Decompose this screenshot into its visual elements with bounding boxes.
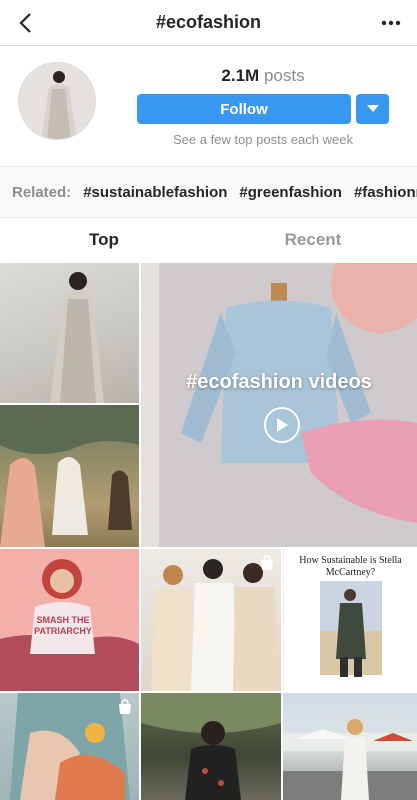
posts-label: posts <box>263 66 305 85</box>
follow-dropdown-button[interactable] <box>356 94 389 124</box>
hashtag-avatar <box>18 62 96 140</box>
follow-button[interactable]: Follow <box>137 94 351 124</box>
shopping-bag-icon <box>259 555 275 571</box>
follow-subtitle: See a few top posts each week <box>173 132 353 147</box>
post-thumbnail[interactable] <box>141 549 281 691</box>
page-title: #ecofashion <box>155 12 262 32</box>
poster-text: SMASH THE PATRIARCHY <box>34 615 92 636</box>
post-thumbnail[interactable]: How Sustainable is Stella McCartney? <box>283 549 417 691</box>
related-label: Related: <box>12 183 72 201</box>
post-thumbnail[interactable]: SMASH THE PATRIARCHY <box>0 549 139 691</box>
top-bar: #ecofashion <box>0 0 417 46</box>
related-tag[interactable]: #greenfashion <box>239 184 342 201</box>
posts-count: 2.1M posts <box>137 66 389 86</box>
more-options-icon <box>381 20 401 26</box>
video-overlay-label: #ecofashion videos <box>186 371 372 393</box>
post-thumbnail[interactable] <box>0 263 139 403</box>
chevron-down-icon <box>366 105 379 112</box>
shopping-bag-icon <box>117 699 133 715</box>
play-button[interactable] <box>264 407 300 443</box>
play-icon <box>277 418 288 432</box>
related-hashtags-bar: Related: #sustainablefashion #greenfashi… <box>0 166 417 218</box>
post-thumbnail[interactable] <box>283 693 417 800</box>
related-tag[interactable]: #sustainablefashion <box>83 184 227 201</box>
tab-top[interactable]: Top <box>0 218 208 262</box>
post-thumbnail[interactable] <box>0 405 139 547</box>
video-post-tile[interactable]: #ecofashion videos <box>141 263 417 547</box>
tab-recent[interactable]: Recent <box>209 218 417 262</box>
related-tag[interactable]: #fashionre <box>354 184 417 201</box>
posts-number: 2.1M <box>221 66 260 85</box>
post-thumbnail[interactable] <box>0 693 139 800</box>
post-thumbnail[interactable] <box>141 693 281 800</box>
more-options-button[interactable] <box>377 10 405 36</box>
